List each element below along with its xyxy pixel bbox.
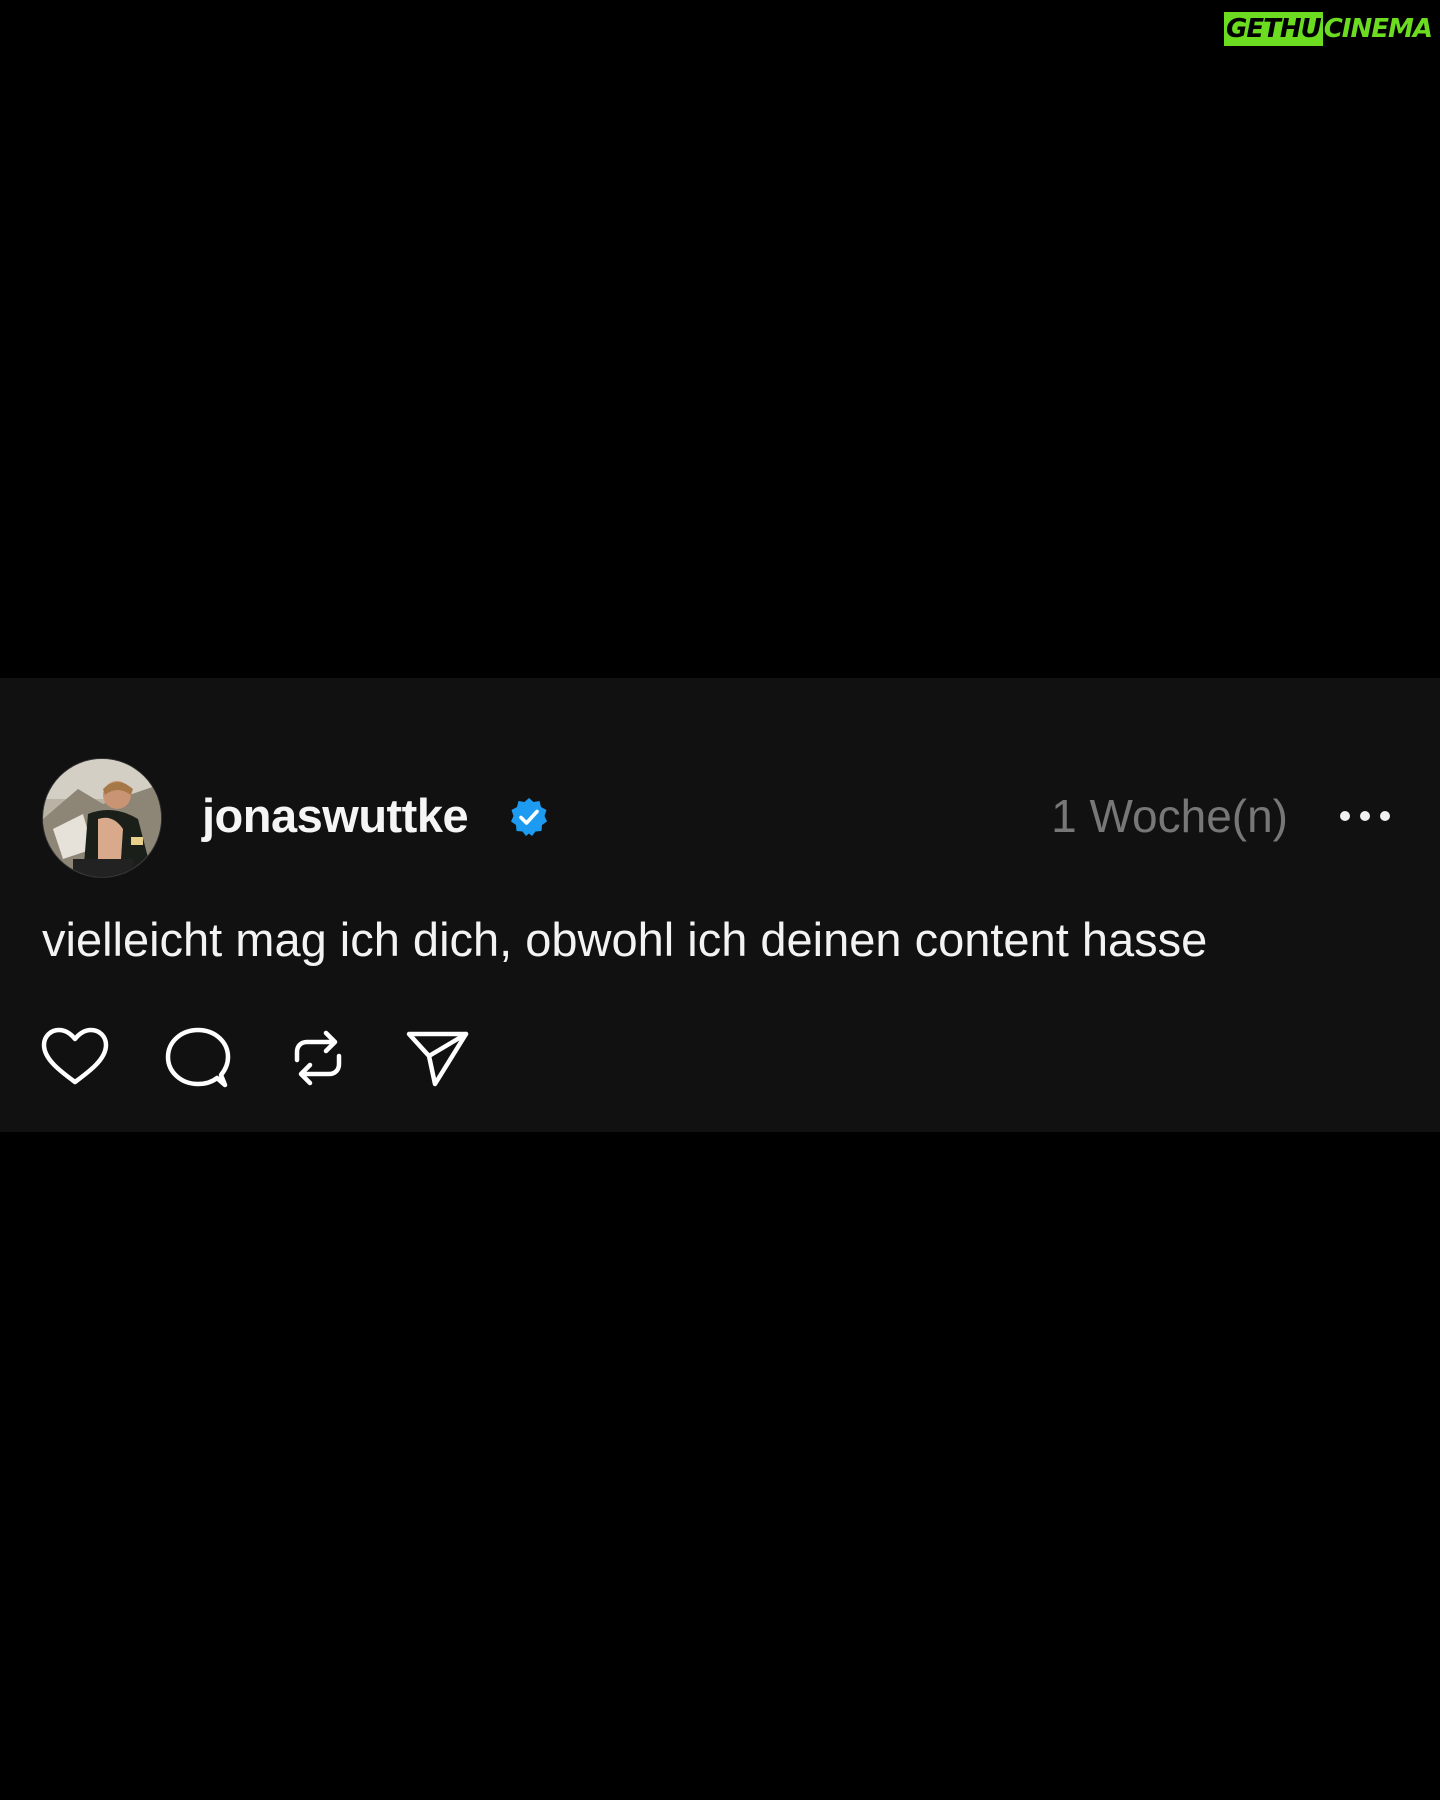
post-text: vielleicht mag ich dich, obwohl ich dein… <box>42 913 1208 966</box>
share-icon <box>404 1026 474 1090</box>
repost-button[interactable] <box>283 1026 353 1090</box>
post-timestamp: 1 Woche(n) <box>1051 790 1288 842</box>
username-link[interactable]: jonaswuttke <box>202 786 469 846</box>
comment-icon <box>162 1026 232 1090</box>
comment-button[interactable] <box>162 1026 232 1090</box>
verified-badge-icon <box>508 796 550 838</box>
repost-icon <box>283 1026 353 1090</box>
watermark-logo: GETHU CINEMA <box>1224 11 1434 47</box>
avatar[interactable] <box>42 758 162 878</box>
heart-icon <box>40 1026 110 1090</box>
post-card: jonaswuttke 1 Woche(n) vielleicht mag ic… <box>0 678 1440 1132</box>
more-options-icon[interactable] <box>1340 798 1390 834</box>
like-button[interactable] <box>40 1026 110 1090</box>
share-button[interactable] <box>404 1026 474 1090</box>
watermark-part-2: CINEMA <box>1322 12 1434 46</box>
watermark-part-1: GETHU <box>1224 12 1323 46</box>
